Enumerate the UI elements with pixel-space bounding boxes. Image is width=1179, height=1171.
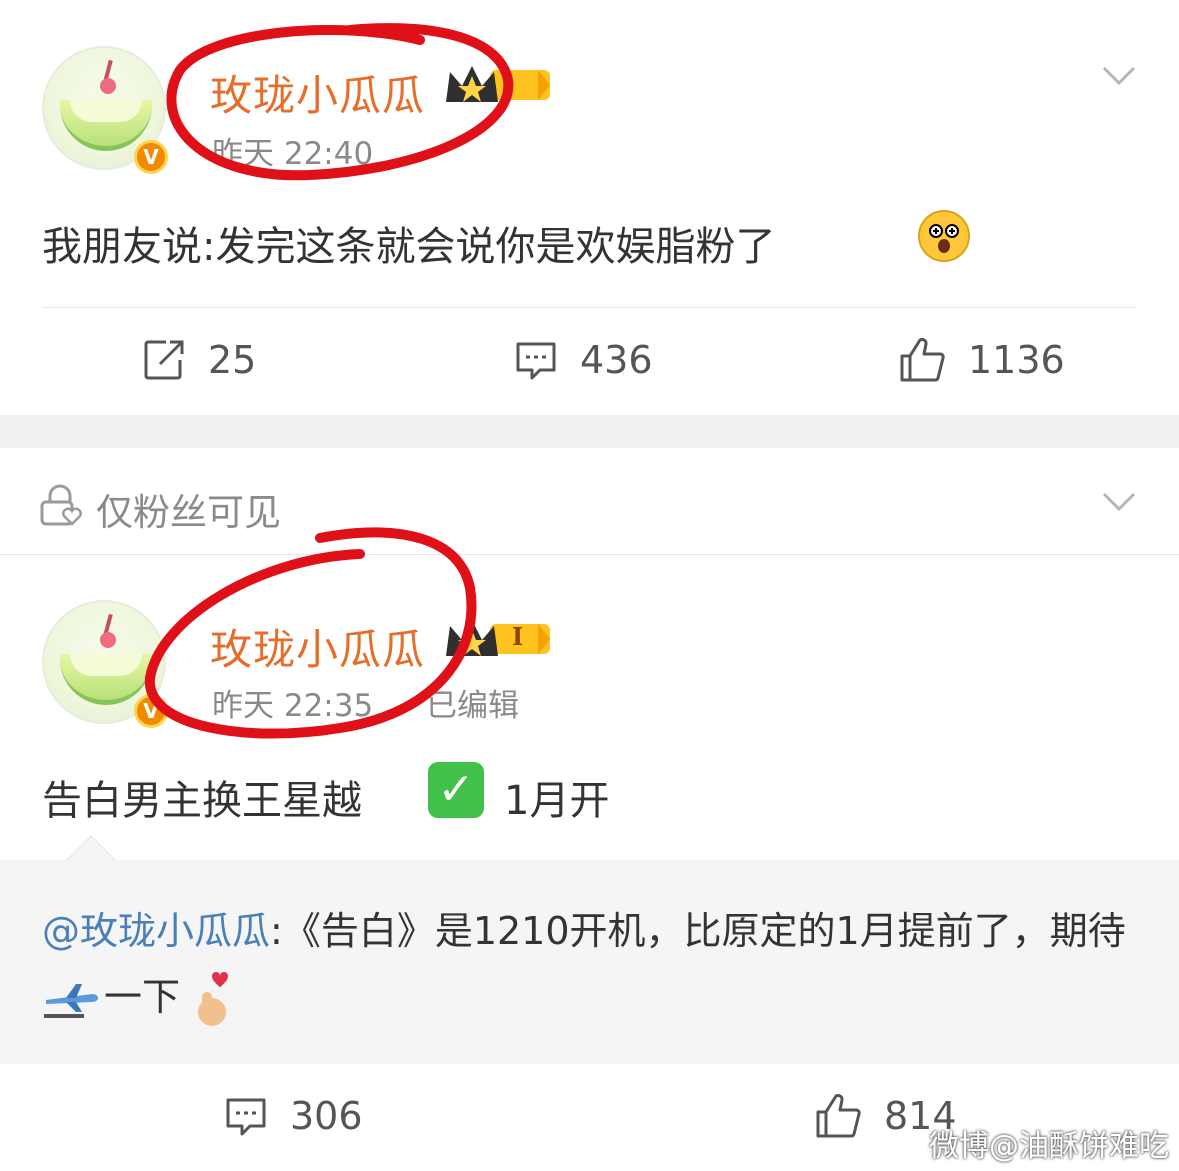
edited-label: 已编辑 (426, 688, 519, 724)
post-text: 告白男主换王星越 (42, 778, 362, 824)
vip-level-tag: I (512, 622, 524, 651)
airplane-emoji-icon (44, 983, 98, 1018)
avatar-melon-flesh (70, 100, 142, 122)
chevron-down-icon[interactable] (1102, 492, 1136, 512)
avatar-berry (100, 78, 116, 94)
quoted-body: :《告白》是1210开机，比原定的1月提前了，期待 (270, 909, 1126, 953)
post-card-2: 仅粉丝可见 V 玫珑小瓜瓜 I 昨天 22:35 已编辑 告白男主换王星越 ✓ … (0, 448, 1179, 1171)
post-text-suffix: 1月开 (504, 778, 610, 824)
chevron-down-icon[interactable] (1102, 66, 1136, 86)
lock-heart-icon (40, 484, 82, 526)
quoted-text: @玫珑小瓜瓜:《告白》是1210开机，比原定的1月提前了，期待 一下 (42, 898, 1132, 1030)
finger-heart-emoji-icon (198, 971, 229, 1026)
comment-button[interactable]: 306 (224, 1094, 363, 1138)
feed-separator (0, 415, 1179, 448)
comment-count: 306 (290, 1094, 363, 1138)
post-text: 我朋友说:发完这条就会说你是欢娱脂粉了 (42, 224, 776, 270)
watermark: 微博@油酥饼难吃 (929, 1129, 1169, 1164)
avatar-berry (100, 632, 116, 648)
repost-count: 25 (208, 338, 257, 382)
vip-crown-icon[interactable] (442, 616, 554, 662)
avatar-melon-flesh (70, 654, 142, 676)
repost-icon (144, 340, 184, 380)
verified-badge-icon: V (134, 694, 168, 728)
like-button[interactable]: 1136 (898, 336, 1065, 384)
repost-button[interactable]: 25 (142, 338, 256, 382)
verified-badge-icon: V (134, 140, 168, 174)
comment-icon (226, 1098, 266, 1136)
quoted-body-end: 一下 (104, 975, 181, 1019)
username[interactable]: 玫珑小瓜瓜 (210, 62, 425, 123)
mention-link[interactable]: @玫珑小瓜瓜 (42, 909, 270, 953)
thumbs-up-icon (900, 337, 945, 382)
comment-icon (516, 342, 556, 380)
thumbs-up-icon (816, 1093, 861, 1138)
username[interactable]: 玫珑小瓜瓜 (210, 616, 425, 677)
action-divider (42, 307, 1137, 308)
post-time: 昨天 22:40 (212, 136, 374, 172)
post-card-1: V 玫珑小瓜瓜 昨天 22:40 我朋友说:发完这条就会说你是欢娱脂粉了 25 (0, 0, 1179, 415)
fans-only-label: 仅粉丝可见 (96, 491, 281, 534)
hugging-face-emoji-icon (918, 210, 970, 262)
check-mark-emoji-icon: ✓ (428, 762, 484, 818)
like-count: 1136 (968, 338, 1065, 382)
vip-crown-icon[interactable] (442, 62, 554, 108)
comment-count: 436 (580, 338, 653, 382)
quoted-post[interactable]: @玫珑小瓜瓜:《告白》是1210开机，比原定的1月提前了，期待 一下 (0, 836, 1179, 1064)
visibility-divider (0, 554, 1179, 555)
post-time: 昨天 22:35 (212, 688, 374, 724)
quote-pointer (66, 836, 116, 862)
comment-button[interactable]: 436 (514, 338, 653, 382)
